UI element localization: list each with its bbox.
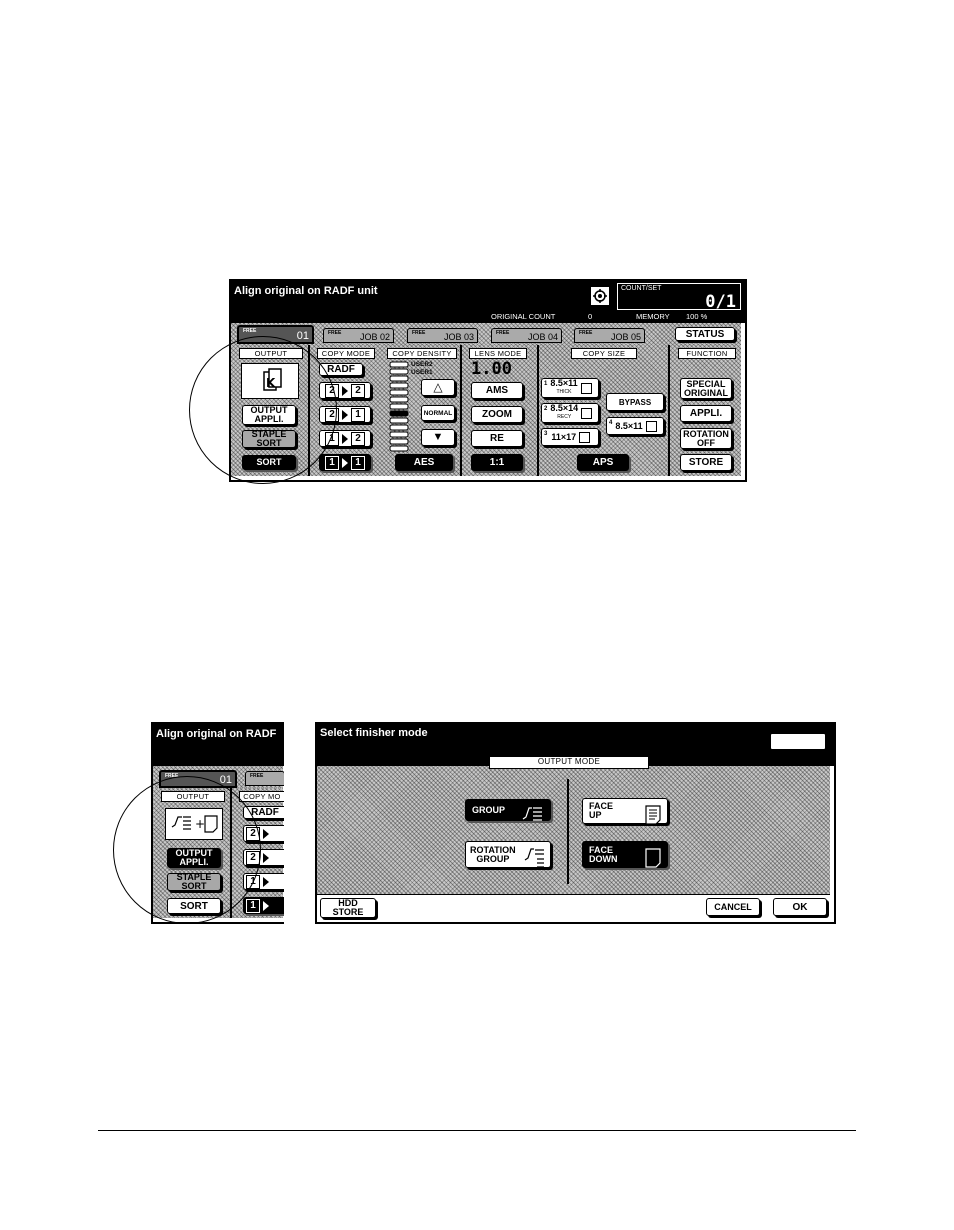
density-user2-label: USER2: [411, 361, 433, 368]
output-section-label: OUTPUT: [161, 791, 225, 802]
group-stack-icon: [522, 797, 544, 824]
copy-mode-1-1[interactable]: 11: [319, 454, 371, 471]
output-preview-icon: +: [165, 808, 223, 840]
face-up-paper-icon: [645, 796, 661, 827]
output-appli-button[interactable]: OUTPUT APPLI.: [242, 405, 296, 425]
hdd-store-button[interactable]: HDD STORE: [320, 898, 376, 918]
aes-button[interactable]: AES: [395, 454, 453, 471]
original-count-value: 0: [588, 312, 593, 321]
copy-mode-2-1[interactable]: 2: [243, 849, 284, 866]
tray-2-button[interactable]: 2 8.5×14 RECY: [541, 403, 599, 423]
count-set-label: COUNT/SET: [621, 285, 662, 292]
face-down-button[interactable]: FACE DOWN: [582, 841, 668, 868]
header-bar: Align original on RADF unit COUNT/SET 0/…: [231, 281, 745, 323]
ams-button[interactable]: AMS: [471, 382, 523, 399]
copy-mode-1-2[interactable]: 12: [319, 430, 371, 447]
copy-mode-1-1[interactable]: 1: [243, 897, 284, 914]
settings-icon[interactable]: [591, 287, 609, 305]
output-section-label: OUTPUT: [239, 348, 303, 359]
job-tab-02[interactable]: FREE: [245, 771, 284, 786]
face-up-button[interactable]: FACE UP: [582, 796, 668, 827]
radf-button[interactable]: RADF: [319, 363, 363, 376]
store-button[interactable]: STORE: [680, 454, 732, 471]
rotation-group-button[interactable]: ROTATION GROUP: [465, 841, 551, 868]
triangle-up-icon: △: [433, 380, 443, 394]
output-preview-icon: K: [241, 363, 299, 399]
triangle-down-icon: ▼: [432, 431, 444, 443]
output-mode-label: OUTPUT MODE: [489, 756, 649, 769]
sort-button[interactable]: SORT: [242, 455, 296, 470]
aps-button[interactable]: APS: [577, 454, 629, 471]
copy-mode-section-label: COPY MODE: [317, 348, 375, 359]
job-tab-button[interactable]: JOB 10: [770, 733, 826, 750]
tray-paper-icon: [581, 407, 593, 419]
density-user1-label: USER1: [411, 369, 433, 376]
output-appli-button[interactable]: OUTPUT APPLI.: [167, 848, 221, 868]
zoom-ratio-display: 1.00: [471, 359, 512, 379]
density-normal-button[interactable]: NORMAL: [421, 405, 455, 421]
density-scale: [389, 361, 409, 453]
zoom-button[interactable]: ZOOM: [471, 406, 523, 423]
tray-paper-icon: [579, 431, 591, 443]
copy-mode-2-1[interactable]: 21: [319, 406, 371, 423]
group-button[interactable]: GROUP: [465, 799, 551, 821]
radf-button[interactable]: RADF: [243, 806, 284, 819]
copy-size-section-label: COPY SIZE: [571, 348, 637, 359]
rotation-group-stack-icon: [524, 839, 546, 870]
bypass-button[interactable]: BYPASS: [606, 393, 664, 411]
status-message: Align original on RADF: [156, 728, 277, 740]
staple-sort-button[interactable]: STAPLE SORT: [167, 873, 221, 891]
staple-sort-button[interactable]: STAPLE SORT: [242, 430, 296, 448]
copy-mode-2-2[interactable]: 2: [243, 825, 284, 842]
copier-output-crop-screen: Align original on RADF FREE 01 FREE OUTPU…: [151, 722, 284, 924]
lens-mode-section-label: LENS MODE: [469, 348, 527, 359]
count-value: 0/1: [705, 292, 736, 312]
tray-4-button[interactable]: 4 8.5×11: [606, 417, 664, 435]
copy-mode-section-label: COPY MO: [239, 791, 284, 802]
rotation-off-button[interactable]: ROTATION OFF: [680, 428, 732, 449]
svg-text:+: +: [195, 817, 205, 831]
re-button[interactable]: RE: [471, 430, 523, 447]
copier-main-screen: Align original on RADF unit COUNT/SET 0/…: [229, 279, 747, 482]
job-tab-01[interactable]: FREE 01: [159, 770, 237, 788]
function-section-label: FUNCTION: [678, 348, 736, 359]
tray-1-button[interactable]: 1 8.5×11 THICK: [541, 378, 599, 398]
memory-value: 100 %: [686, 312, 708, 321]
face-down-paper-icon: [645, 839, 661, 870]
copy-mode-1-2[interactable]: 1: [243, 873, 284, 890]
finisher-mode-screen: Select finisher mode JOB 10 OUTPUT MODE …: [315, 722, 836, 924]
job-tab-02[interactable]: FREE JOB 02: [323, 328, 394, 343]
status-message: Align original on RADF unit: [234, 285, 378, 297]
cancel-button[interactable]: CANCEL: [706, 898, 760, 916]
status-message: Select finisher mode: [320, 727, 428, 739]
tray-paper-icon: [645, 420, 657, 432]
job-tab-01[interactable]: FREE 01: [237, 325, 314, 344]
job-tab-03[interactable]: FREE JOB 03: [407, 328, 478, 343]
density-lighter-button[interactable]: △: [421, 379, 455, 396]
memory-label: MEMORY: [636, 312, 670, 321]
special-original-button[interactable]: SPECIAL ORIGINAL: [680, 378, 732, 399]
copy-density-section-label: COPY DENSITY: [387, 348, 457, 359]
density-darker-button[interactable]: ▼: [421, 429, 455, 446]
original-count-label: ORIGINAL COUNT: [491, 312, 556, 321]
status-button[interactable]: STATUS: [675, 327, 735, 341]
ok-button[interactable]: OK: [773, 898, 827, 916]
one-to-one-button[interactable]: 1:1: [471, 454, 523, 471]
svg-text:K: K: [266, 376, 276, 390]
tray-3-button[interactable]: 3 11×17: [541, 428, 599, 446]
tray-paper-icon: [580, 382, 592, 394]
job-tab-05[interactable]: FREE JOB 05: [574, 328, 645, 343]
appli-button[interactable]: APPLI.: [680, 405, 732, 422]
job-tab-04[interactable]: FREE JOB 04: [491, 328, 562, 343]
sort-button[interactable]: SORT: [167, 898, 221, 914]
page-footer-rule: [98, 1130, 856, 1131]
header-bar: Align original on RADF: [153, 724, 284, 766]
panel-area: [317, 766, 830, 894]
count-display: COUNT/SET 0/1: [617, 283, 741, 312]
copy-mode-2-2[interactable]: 22: [319, 382, 371, 399]
